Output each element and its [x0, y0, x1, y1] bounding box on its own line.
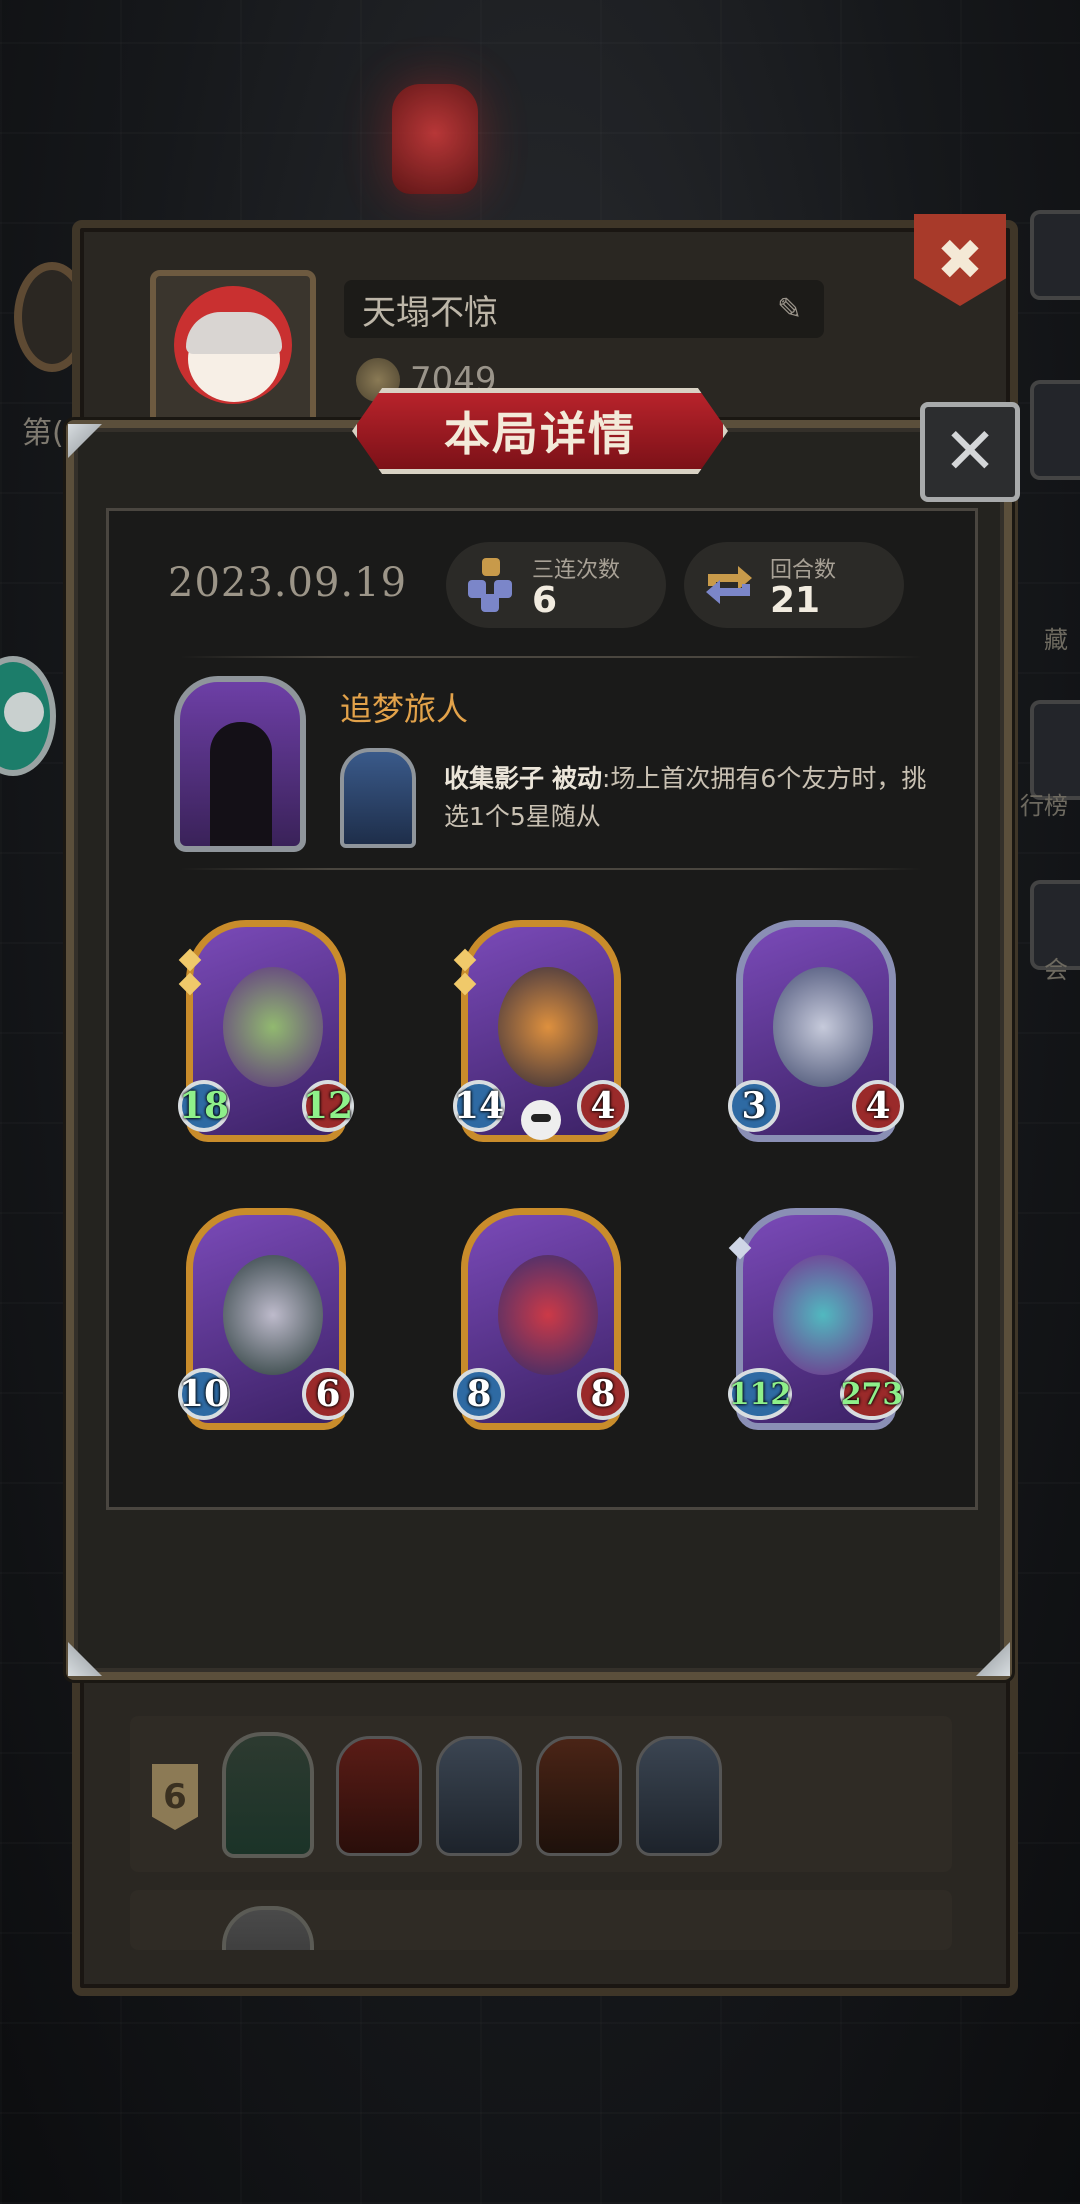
right-menu-label: 行榜 [1020, 792, 1068, 820]
right-menu-label: 会 [1044, 956, 1068, 984]
minion-card[interactable]: 14 4 [453, 920, 629, 1146]
minion-health: 8 [577, 1368, 629, 1420]
skull-mage-icon [223, 1255, 323, 1375]
minion-health: 12 [302, 1080, 354, 1132]
right-menu-label: 藏 [1044, 626, 1068, 654]
history-hero-portrait [222, 1732, 314, 1858]
minion-attack: 10 [178, 1368, 230, 1420]
divider [180, 656, 922, 658]
minion-health: 273 [840, 1368, 904, 1420]
round-count-stat: 回合数 21 [684, 542, 904, 628]
minion-attack: 18 [178, 1080, 230, 1132]
minion-attack: 14 [453, 1080, 505, 1132]
history-row[interactable] [130, 1890, 952, 1950]
crowned-serpent-icon [773, 1255, 873, 1375]
stat-value: 6 [532, 580, 558, 621]
hero-portrait[interactable] [174, 676, 306, 852]
triple-icon [468, 558, 512, 612]
chapter-label: 第( [22, 416, 64, 451]
minion-card[interactable]: 8 8 [453, 1208, 629, 1434]
minion-health: 6 [302, 1368, 354, 1420]
horned-beast-icon [773, 967, 873, 1087]
history-row[interactable]: 6 [130, 1716, 952, 1872]
minion-attack: 3 [728, 1080, 780, 1132]
history-minion-card [636, 1736, 722, 1856]
edit-pencil-icon[interactable]: ✎ [777, 292, 802, 327]
player-name-field[interactable]: 天塌不惊 ✎ [344, 280, 824, 338]
history-minion-card [336, 1736, 422, 1856]
lantern-icon [392, 84, 478, 194]
minion-health: 4 [577, 1080, 629, 1132]
history-minion-card [436, 1736, 522, 1856]
skill-type: 被动 [551, 764, 602, 793]
history-minion-card [536, 1736, 622, 1856]
dialog-close-button[interactable]: ✕ [920, 402, 1020, 502]
stat-value: 21 [770, 580, 821, 621]
close-icon: ✖ [936, 227, 984, 293]
right-menu-tab[interactable] [1030, 700, 1080, 800]
flame-bear-icon [498, 967, 598, 1087]
dialog-title-banner: 本局详情 [352, 388, 728, 474]
minion-card[interactable]: 112 273 [728, 1208, 904, 1434]
minion-health: 4 [852, 1080, 904, 1132]
player-avatar[interactable] [150, 270, 316, 428]
minion-card[interactable]: 3 4 [728, 920, 904, 1146]
skull-icon [521, 1100, 561, 1140]
player-name: 天塌不惊 [362, 292, 498, 333]
close-icon: ✕ [943, 415, 997, 489]
right-menu-tab[interactable] [1030, 380, 1080, 480]
minion-attack: 8 [453, 1368, 505, 1420]
minion-card[interactable]: 18 12 [178, 920, 354, 1146]
chat-face-icon [4, 692, 44, 732]
hero-skill-icon[interactable] [340, 748, 416, 848]
purple-dragon-icon [223, 967, 323, 1087]
right-menu-tab[interactable] [1030, 210, 1080, 300]
rank-badge: 6 [152, 1764, 198, 1830]
triple-count-stat: 三连次数 6 [446, 542, 666, 628]
history-hero-portrait [222, 1906, 314, 1950]
minion-attack: 112 [728, 1368, 792, 1420]
skill-name: 收集影子 [444, 764, 545, 793]
hero-skill-description: 收集影子 被动:场上首次拥有6个友方时，挑选1个5星随从 [444, 760, 934, 836]
round-cycle-icon [706, 566, 752, 604]
match-date: 2023.09.19 [168, 560, 408, 606]
minion-card[interactable]: 10 6 [178, 1208, 354, 1434]
dialog-title: 本局详情 [444, 407, 636, 461]
divider [180, 868, 922, 870]
clown-icon [498, 1255, 598, 1375]
hero-name: 追梦旅人 [340, 690, 469, 728]
